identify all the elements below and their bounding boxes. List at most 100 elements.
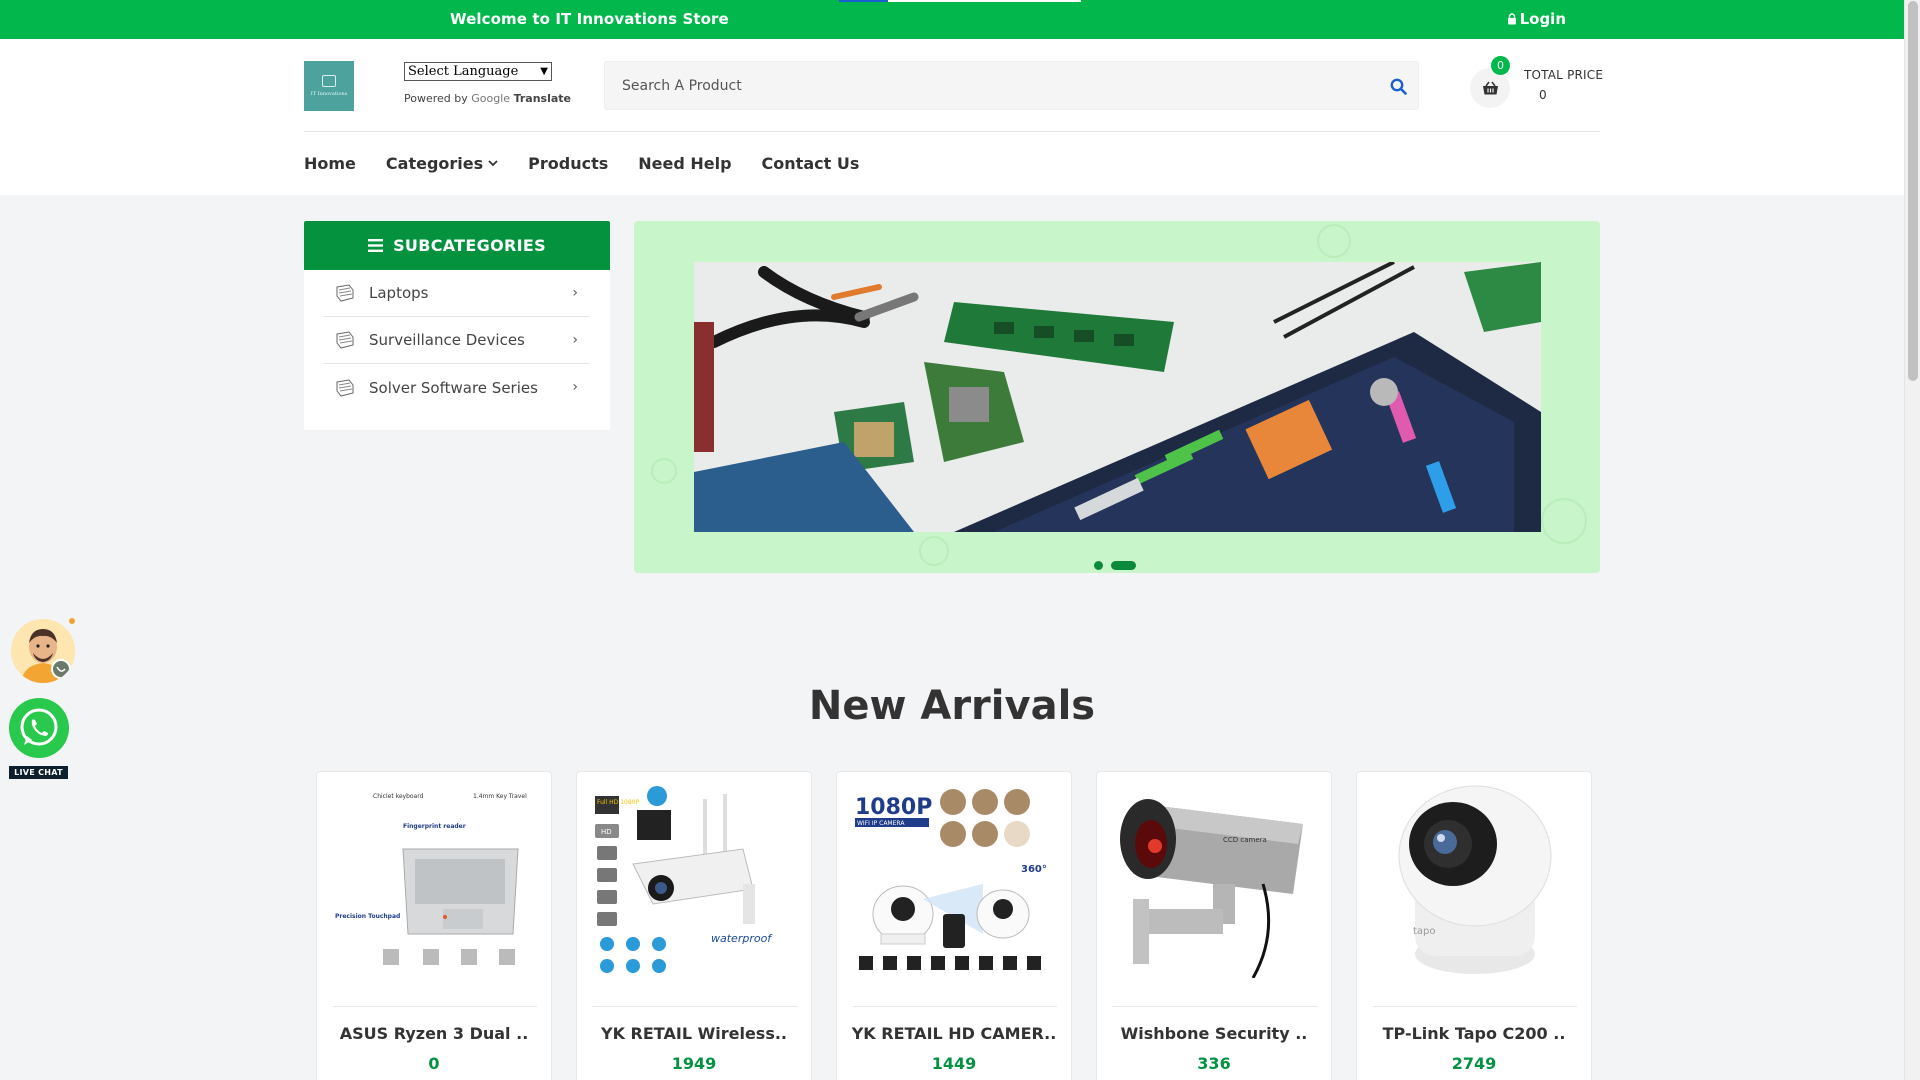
menu-icon bbox=[368, 239, 384, 252]
subcategories-panel: SUBCATEGORIES Laptops › Surveillance Dev… bbox=[304, 221, 610, 430]
store-logo[interactable]: IT Innovations bbox=[304, 61, 354, 111]
product-card[interactable]: tapo TP-Link Tapo C200 .. 2749 bbox=[1356, 771, 1592, 1080]
chevron-right-icon: › bbox=[572, 379, 578, 395]
language-select-value: Select Language bbox=[408, 64, 519, 79]
powered-by-text: Powered by bbox=[404, 92, 468, 105]
product-name[interactable]: YK RETAIL HD CAMER.. bbox=[837, 1024, 1071, 1043]
product-image-laptop: Chiclet keyboard 1.4mm Key Travel Finger… bbox=[333, 784, 537, 978]
google-translate-credit: Powered by Google Translate bbox=[404, 92, 571, 105]
login-label: Login bbox=[1519, 10, 1566, 28]
banner-image-electronics bbox=[694, 262, 1541, 532]
google-text: Google bbox=[471, 92, 511, 105]
chevron-right-icon: › bbox=[572, 285, 578, 301]
product-card[interactable]: 1080P WIFI IP CAMERA 360° YK RETAIL HD C… bbox=[836, 771, 1072, 1080]
subcategory-laptops[interactable]: Laptops › bbox=[324, 270, 590, 317]
page-scrollbar[interactable] bbox=[1904, 0, 1920, 1080]
product-card[interactable]: Chiclet keyboard 1.4mm Key Travel Finger… bbox=[316, 771, 552, 1080]
product-image-text: HD bbox=[601, 828, 612, 836]
product-image-ccd-camera: CCD camera bbox=[1113, 784, 1317, 978]
product-card[interactable]: Full HD 1080P HD waterproof YK RETAIL Wi… bbox=[576, 771, 812, 1080]
logo-text: IT Innovations bbox=[310, 91, 348, 97]
subcategory-label: Surveillance Devices bbox=[369, 331, 525, 349]
product-image-text: Full HD 1080P bbox=[597, 799, 639, 806]
whatsapp-chat-button[interactable] bbox=[9, 698, 69, 758]
carousel-dot-1[interactable] bbox=[1094, 561, 1103, 570]
product-image-tapo-camera: tapo bbox=[1373, 784, 1577, 978]
product-image-text: 1080P bbox=[855, 795, 932, 820]
product-price: 0 bbox=[428, 1054, 440, 1073]
site-header: IT Innovations Select Language ▼ Powered… bbox=[0, 39, 1904, 195]
cart-count-badge: 0 bbox=[1491, 56, 1510, 75]
category-thumb-icon bbox=[334, 282, 356, 304]
language-select[interactable]: Select Language ▼ bbox=[404, 62, 552, 81]
product-image-text: 1.4mm Key Travel bbox=[473, 793, 527, 800]
product-divider bbox=[1373, 1006, 1577, 1007]
product-divider bbox=[333, 1006, 537, 1007]
product-name[interactable]: TP-Link Tapo C200 .. bbox=[1357, 1024, 1591, 1043]
product-card[interactable]: CCD camera Wishbone Security .. 336 bbox=[1096, 771, 1332, 1080]
product-name[interactable]: ASUS Ryzen 3 Dual .. bbox=[317, 1024, 551, 1043]
nav-need-help[interactable]: Need Help bbox=[638, 154, 731, 173]
chevron-down-icon bbox=[488, 160, 498, 167]
whatsapp-icon bbox=[20, 708, 58, 746]
header-divider bbox=[304, 131, 1600, 132]
category-thumb-icon bbox=[334, 329, 356, 351]
product-image-wireless-camera: Full HD 1080P HD waterproof bbox=[593, 784, 797, 978]
product-price: 2749 bbox=[1451, 1054, 1497, 1073]
product-image-text: Fingerprint reader bbox=[403, 823, 466, 830]
online-indicator-dot bbox=[69, 618, 75, 624]
nav-contact-us[interactable]: Contact Us bbox=[762, 154, 860, 173]
carousel-pagination bbox=[1094, 561, 1136, 570]
live-chat-label[interactable]: LIVE CHAT bbox=[9, 766, 68, 779]
product-name[interactable]: Wishbone Security .. bbox=[1097, 1024, 1331, 1043]
subcategory-label: Solver Software Series bbox=[369, 378, 538, 397]
nav-categories-label: Categories bbox=[385, 154, 484, 173]
chevron-right-icon: › bbox=[572, 332, 578, 348]
product-image-text: Precision Touchpad bbox=[335, 913, 400, 920]
carousel-dot-2-active[interactable] bbox=[1111, 561, 1136, 570]
new-arrivals-grid: Chiclet keyboard 1.4mm Key Travel Finger… bbox=[316, 771, 1592, 1080]
product-image-text: WIFI IP CAMERA bbox=[857, 820, 905, 827]
scrollbar-thumb[interactable] bbox=[1908, 1, 1918, 381]
product-image-text: CCD camera bbox=[1223, 836, 1267, 844]
support-agent-avatar[interactable] bbox=[11, 619, 75, 683]
subcategory-label: Laptops bbox=[369, 284, 429, 302]
login-link[interactable]: Login bbox=[1507, 10, 1566, 28]
nav-home[interactable]: Home bbox=[304, 154, 356, 173]
subcategories-title: SUBCATEGORIES bbox=[393, 236, 546, 255]
product-price: 1949 bbox=[671, 1054, 717, 1073]
product-price: 1449 bbox=[931, 1054, 977, 1073]
product-image-text: 360° bbox=[1021, 864, 1047, 875]
basket-icon bbox=[1482, 81, 1498, 94]
subcategories-header[interactable]: SUBCATEGORIES bbox=[304, 221, 610, 270]
product-divider bbox=[593, 1006, 797, 1007]
product-name[interactable]: YK RETAIL Wireless.. bbox=[577, 1024, 811, 1043]
product-price: 336 bbox=[1197, 1054, 1231, 1073]
search-button[interactable] bbox=[1387, 75, 1409, 97]
welcome-text: Welcome to IT Innovations Store bbox=[450, 10, 729, 28]
product-image-text: waterproof bbox=[711, 932, 773, 945]
product-divider bbox=[853, 1006, 1057, 1007]
top-accent-line bbox=[839, 0, 1081, 2]
search-icon bbox=[1390, 78, 1407, 95]
product-divider bbox=[1113, 1006, 1317, 1007]
subcategories-list: Laptops › Surveillance Devices › Solver … bbox=[304, 270, 610, 411]
product-image-text: tapo bbox=[1413, 926, 1436, 937]
main-nav: Home Categories Products Need Help Conta… bbox=[304, 154, 889, 173]
category-thumb-icon bbox=[334, 377, 356, 399]
subcategory-solver-software-series[interactable]: Solver Software Series › bbox=[324, 364, 590, 411]
nav-products[interactable]: Products bbox=[528, 154, 608, 173]
chevron-down-icon: ▼ bbox=[540, 66, 548, 77]
search-input[interactable]: Search A Product bbox=[622, 78, 742, 94]
hero-carousel[interactable] bbox=[634, 221, 1600, 573]
product-image-text: Chiclet keyboard bbox=[373, 793, 424, 800]
subcategory-surveillance-devices[interactable]: Surveillance Devices › bbox=[324, 317, 590, 364]
translate-link[interactable]: Translate bbox=[514, 92, 571, 105]
product-image-hd-camera: 1080P WIFI IP CAMERA 360° bbox=[853, 784, 1057, 978]
total-price-value: 0 bbox=[1539, 88, 1547, 102]
top-bar: Welcome to IT Innovations Store Login bbox=[0, 0, 1904, 39]
search-bar[interactable]: Search A Product bbox=[604, 61, 1419, 110]
nav-categories[interactable]: Categories bbox=[386, 154, 498, 173]
lock-icon bbox=[1507, 13, 1516, 25]
logo-mark bbox=[322, 75, 336, 87]
